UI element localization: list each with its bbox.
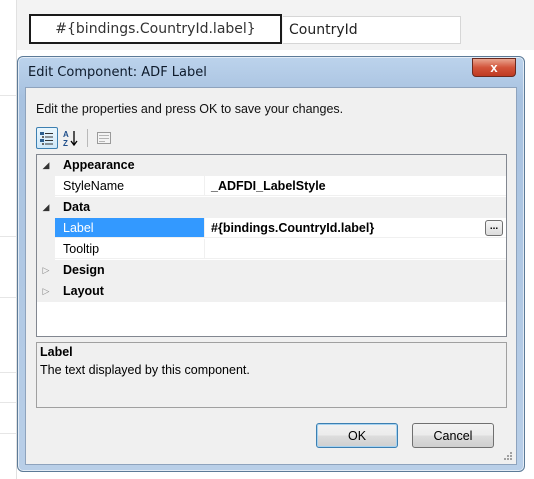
label-value-text: #{bindings.CountryId.label} — [211, 221, 375, 235]
categorized-view-button[interactable] — [36, 127, 58, 149]
category-label: Data — [63, 200, 91, 214]
adjacent-cell[interactable]: CountryId — [283, 16, 461, 44]
expand-icon[interactable]: ▷ — [40, 285, 52, 297]
property-pages-icon — [97, 132, 111, 144]
alphabetical-button[interactable]: A Z — [60, 127, 82, 149]
property-row-stylename[interactable]: StyleName _ADFDI_LabelStyle — [37, 176, 506, 197]
property-value-tooltip[interactable] — [205, 239, 506, 259]
description-title: Label — [40, 345, 73, 359]
row-header-column — [0, 0, 17, 479]
category-label: Layout — [63, 284, 104, 298]
toolbar-separator — [87, 129, 88, 147]
cancel-button[interactable]: Cancel — [412, 423, 494, 448]
expand-icon[interactable]: ▷ — [40, 264, 52, 276]
property-name: StyleName — [55, 176, 205, 196]
resize-grip-icon[interactable] — [503, 451, 513, 461]
property-value-label[interactable]: #{bindings.CountryId.label} ... — [205, 218, 506, 238]
collapse-icon[interactable]: ◢ — [40, 201, 52, 213]
active-cell[interactable]: #{bindings.CountryId.label} — [29, 14, 282, 44]
close-icon: x — [490, 60, 498, 75]
edit-component-dialog: Edit Component: ADF Label x Edit the pro… — [17, 56, 525, 472]
property-row-label[interactable]: Label #{bindings.CountryId.label} ... — [37, 218, 506, 239]
property-value-stylename[interactable]: _ADFDI_LabelStyle — [205, 176, 506, 196]
property-name: Tooltip — [55, 239, 205, 259]
category-layout[interactable]: ▷ Layout — [37, 281, 506, 302]
description-pane: Label The text displayed by this compone… — [36, 342, 507, 408]
property-row-tooltip[interactable]: Tooltip — [37, 239, 506, 260]
category-label: Appearance — [63, 158, 135, 172]
dialog-body: Edit the properties and press OK to save… — [25, 87, 517, 465]
dialog-title: Edit Component: ADF Label — [28, 65, 207, 80]
property-pages-button[interactable] — [93, 127, 115, 149]
category-data[interactable]: ◢ Data — [37, 197, 506, 218]
collapse-icon[interactable]: ◢ — [40, 159, 52, 171]
category-design[interactable]: ▷ Design — [37, 260, 506, 281]
property-grid: ◢ Appearance StyleName _ADFDI_LabelStyle… — [36, 154, 507, 337]
ok-button[interactable]: OK — [316, 423, 398, 448]
category-label: Design — [63, 263, 105, 277]
categorized-view-icon — [40, 132, 53, 145]
property-toolbar: A Z — [36, 126, 117, 150]
ellipsis-button[interactable]: ... — [485, 220, 503, 236]
svg-text:Z: Z — [63, 139, 68, 147]
svg-text:A: A — [63, 130, 69, 139]
property-name-selected: Label — [55, 218, 205, 238]
description-text: The text displayed by this component. — [40, 363, 250, 377]
dialog-titlebar[interactable]: Edit Component: ADF Label x — [18, 57, 524, 87]
category-appearance[interactable]: ◢ Appearance — [37, 155, 506, 176]
close-button[interactable]: x — [472, 58, 516, 77]
sort-az-icon: A Z — [63, 130, 78, 147]
instruction-text: Edit the properties and press OK to save… — [36, 102, 344, 116]
